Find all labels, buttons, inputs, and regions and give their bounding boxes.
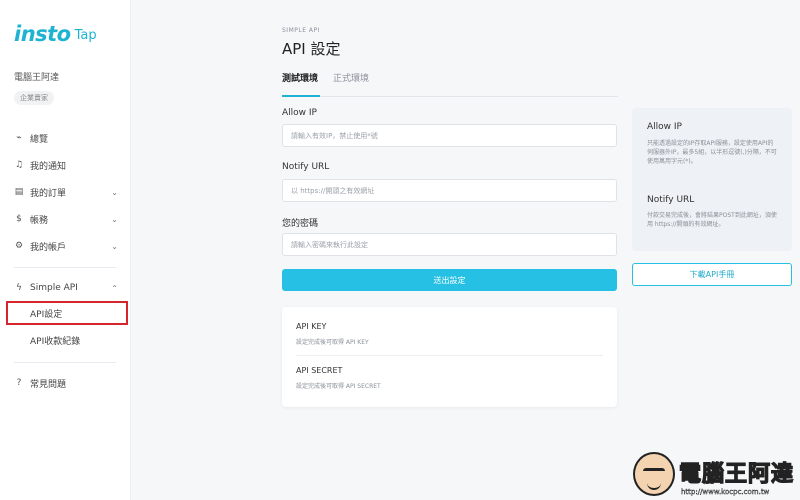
sidebar-item-label: 我的帳戶	[30, 242, 67, 253]
page-eyebrow: SIMPLE API	[282, 27, 320, 34]
watermark: 電腦王阿達 http://www.kocpc.com.tw	[632, 452, 794, 496]
tab-production-env[interactable]: 正式環境	[333, 71, 369, 84]
allow-ip-input[interactable]	[282, 124, 617, 147]
sidebar: insto Tap 電腦王阿達 企業賣家 ⌁ 總覽 ♫ 我的通知 ▤ 我的訂單 …	[0, 0, 131, 500]
sidebar-item-orders[interactable]: ▤ 我的訂單 ⌄	[14, 184, 118, 200]
chevron-down-icon: ⌄	[111, 187, 118, 197]
notify-url-label: Notify URL	[282, 162, 330, 172]
sidebar-item-simple-api[interactable]: ϟ Simple API ⌃	[14, 280, 118, 296]
sidebar-item-label: Simple API	[30, 283, 78, 293]
document-icon: ▤	[14, 187, 24, 197]
api-keys-card: API KEY 設定完成後可取得 API KEY API SECRET 設定完成…	[282, 307, 617, 407]
sidebar-item-billing[interactable]: $ 帳務 ⌄	[14, 211, 118, 227]
sidebar-item-faq[interactable]: ? 常見問題	[14, 375, 118, 391]
chevron-up-icon: ⌃	[111, 283, 118, 293]
sidebar-item-label: 常見問題	[30, 379, 67, 390]
password-label: 您的密碼	[282, 219, 319, 229]
watermark-brand: 電腦王阿達	[678, 461, 794, 487]
info-allow-ip-title: Allow IP	[647, 122, 682, 132]
sidebar-subitem-api-payments[interactable]: API收款紀錄	[30, 334, 80, 347]
info-allow-ip-text: 只能透過設定的IP存取API服務，設定使用API的伺服器外IP，最多5組，以半形…	[647, 140, 777, 165]
mascot-face-icon	[632, 452, 675, 496]
allow-ip-label: Allow IP	[282, 108, 317, 118]
highlight-box	[6, 301, 128, 325]
tab-active-indicator	[282, 95, 320, 97]
info-notify-url-title: Notify URL	[647, 195, 695, 205]
logo[interactable]: insto Tap	[14, 22, 97, 46]
sidebar-item-notifications[interactable]: ♫ 我的通知	[14, 157, 118, 173]
sidebar-item-label: 我的通知	[30, 161, 67, 172]
api-key-title: API KEY	[296, 322, 327, 331]
page-title: API 設定	[282, 40, 341, 58]
dollar-icon: $	[16, 214, 22, 224]
chevron-down-icon: ⌄	[111, 214, 118, 224]
api-key-desc: 設定完成後可取得 API KEY	[296, 339, 369, 346]
sidebar-item-overview[interactable]: ⌁ 總覽	[14, 130, 118, 146]
logo-sub: Tap	[74, 28, 97, 43]
tab-divider	[282, 96, 618, 97]
sidebar-item-label: 我的訂單	[30, 188, 67, 199]
activity-icon: ⌁	[16, 133, 22, 143]
sidebar-divider	[14, 362, 116, 363]
password-input[interactable]	[282, 233, 617, 256]
key-divider	[296, 355, 603, 356]
bell-icon: ♫	[14, 160, 24, 170]
sidebar-divider	[14, 267, 116, 268]
user-badge: 企業賣家	[14, 91, 54, 105]
submit-settings-button[interactable]: 送出設定	[282, 269, 617, 291]
sidebar-item-account[interactable]: ⚙ 我的帳戶 ⌄	[14, 238, 118, 254]
watermark-url: http://www.kocpc.com.tw	[680, 488, 770, 496]
api-secret-title: API SECRET	[296, 366, 343, 375]
user-name: 電腦王阿達	[14, 73, 60, 83]
lightning-icon: ϟ	[16, 283, 22, 293]
info-notify-url-text: 付款交易完成後，會將結果POST到此網址，須使用 https://開頭的有效網址…	[647, 212, 777, 228]
sidebar-subitem-api-settings[interactable]: API設定	[30, 307, 62, 320]
notify-url-input[interactable]	[282, 179, 617, 202]
sidebar-item-label: 總覽	[30, 134, 49, 145]
chevron-down-icon: ⌄	[111, 241, 118, 251]
api-secret-desc: 設定完成後可取得 API SECRET	[296, 383, 381, 390]
sidebar-item-label: 帳務	[30, 215, 49, 226]
info-panel: Allow IP 只能透過設定的IP存取API服務，設定使用API的伺服器外IP…	[632, 108, 792, 251]
gear-icon: ⚙	[14, 241, 24, 251]
logo-main: insto	[14, 22, 71, 46]
tab-test-env[interactable]: 測試環境	[282, 71, 318, 84]
question-circle-icon: ?	[16, 378, 22, 388]
download-api-manual-button[interactable]: 下載API手冊	[632, 263, 792, 286]
